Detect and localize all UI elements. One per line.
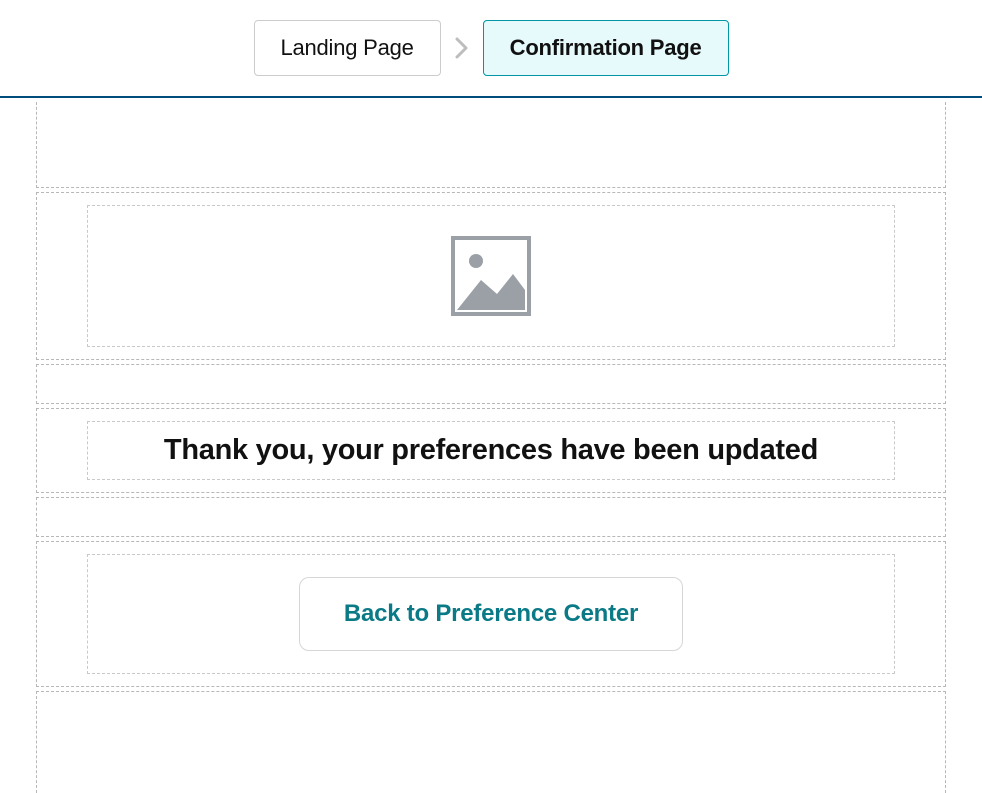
- editor-block-spacer-top[interactable]: [36, 102, 946, 188]
- confirmation-heading: Thank you, your preferences have been up…: [108, 434, 874, 467]
- editor-block-spacer[interactable]: [36, 364, 946, 404]
- tab-confirmation-page[interactable]: Confirmation Page: [483, 20, 729, 76]
- editor-canvas: Thank you, your preferences have been up…: [0, 102, 982, 793]
- chevron-right-icon: [455, 37, 469, 59]
- back-to-preference-center-button[interactable]: Back to Preference Center: [299, 577, 683, 651]
- tab-label: Landing Page: [281, 35, 414, 60]
- editor-block-button[interactable]: Back to Preference Center: [36, 541, 946, 687]
- image-placeholder-icon: [451, 236, 531, 316]
- button-label: Back to Preference Center: [344, 600, 638, 627]
- tab-label: Confirmation Page: [510, 35, 702, 60]
- editor-block-heading[interactable]: Thank you, your preferences have been up…: [36, 408, 946, 493]
- tab-landing-page[interactable]: Landing Page: [254, 20, 441, 76]
- heading-container: Thank you, your preferences have been up…: [87, 421, 895, 480]
- page-tabs-header: Landing Page Confirmation Page: [0, 0, 982, 98]
- button-container: Back to Preference Center: [87, 554, 895, 674]
- editor-block-spacer[interactable]: [36, 497, 946, 537]
- editor-block-spacer-bottom[interactable]: [36, 691, 946, 793]
- editor-block-image[interactable]: [36, 192, 946, 360]
- image-placeholder-container: [87, 205, 895, 347]
